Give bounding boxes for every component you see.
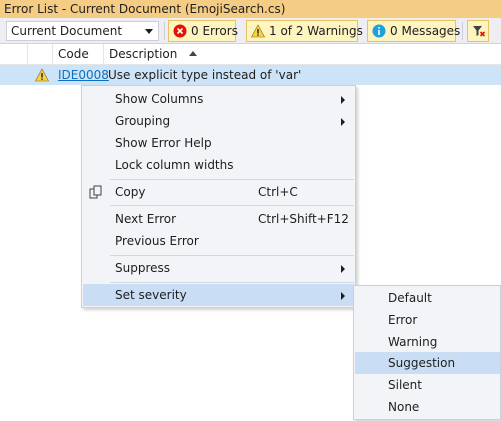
menu-item-label: Show Columns	[115, 92, 204, 106]
sort-ascending-icon	[189, 51, 198, 56]
toolbar-separator	[164, 22, 165, 40]
window-title: Error List - Current Document (EmojiSear…	[0, 0, 501, 18]
menu-separator	[110, 255, 354, 256]
toolbar-separator	[462, 22, 463, 40]
column-header-blank[interactable]	[0, 44, 28, 65]
menu-item-label: Lock column widths	[115, 158, 234, 172]
error-description: Use explicit type instead of 'var'	[108, 68, 302, 82]
severity-item-label: None	[388, 400, 420, 414]
column-header-severity[interactable]	[28, 44, 53, 65]
severity-item-suggestion[interactable]: Suggestion	[355, 352, 500, 374]
errors-filter-button[interactable]: 0 Errors	[168, 20, 238, 42]
messages-filter-button[interactable]: 0 Messages	[367, 20, 460, 42]
chevron-down-icon	[145, 29, 153, 34]
error-code-link[interactable]: IDE0008	[58, 65, 109, 85]
severity-item-silent[interactable]: Silent	[355, 374, 500, 396]
error-icon	[173, 24, 187, 38]
menu-item-next-error[interactable]: Next Error Ctrl+Shift+F12	[83, 208, 354, 230]
table-row[interactable]: IDE0008 Use explicit type instead of 'va…	[0, 65, 501, 85]
menu-item-suppress[interactable]: Suppress	[83, 257, 354, 279]
severity-item-label: Warning	[388, 335, 438, 349]
severity-item-label: Error	[388, 313, 418, 327]
menu-separator	[110, 282, 354, 283]
scope-dropdown-value: Current Document	[11, 24, 123, 38]
menu-separator	[110, 205, 354, 206]
menu-item-label: Grouping	[115, 114, 171, 128]
menu-item-shortcut: Ctrl+C	[258, 185, 298, 199]
severity-item-none[interactable]: None	[355, 396, 500, 418]
warnings-filter-label: 1 of 2 Warnings	[269, 24, 363, 38]
menu-item-show-columns[interactable]: Show Columns	[83, 88, 354, 110]
warning-icon	[35, 68, 49, 82]
info-icon	[372, 24, 386, 38]
menu-item-grouping[interactable]: Grouping	[83, 110, 354, 132]
column-header-code-label: Code	[58, 47, 89, 61]
menu-item-shortcut: Ctrl+Shift+F12	[258, 212, 349, 226]
context-menu: Show Columns Grouping Show Error Help Lo…	[81, 85, 356, 308]
menu-item-copy[interactable]: Copy Ctrl+C	[83, 181, 354, 203]
clear-filter-icon	[473, 26, 486, 37]
severity-item-label: Suggestion	[388, 356, 456, 370]
severity-submenu: Default Error Warning Suggestion Silent …	[353, 285, 501, 420]
menu-item-previous-error[interactable]: Previous Error	[83, 230, 354, 252]
menu-item-lock-column-widths[interactable]: Lock column widths	[83, 154, 354, 176]
clear-filter-button[interactable]	[467, 20, 489, 42]
menu-separator	[110, 179, 354, 180]
copy-icon	[89, 185, 102, 199]
errors-filter-label: 0 Errors	[191, 24, 238, 38]
severity-item-error[interactable]: Error	[355, 309, 500, 331]
menu-item-label: Set severity	[115, 288, 187, 302]
menu-item-label: Copy	[115, 185, 146, 199]
column-header-row: Code Description	[0, 44, 501, 65]
submenu-arrow-icon	[341, 96, 345, 104]
menu-item-set-severity[interactable]: Set severity	[83, 284, 354, 306]
column-header-code[interactable]: Code	[53, 44, 104, 65]
menu-item-label: Show Error Help	[115, 136, 212, 150]
messages-filter-label: 0 Messages	[390, 24, 461, 38]
toolbar: Current Document 0 Errors 1 of 2 Warning…	[0, 18, 501, 44]
warnings-filter-button[interactable]: 1 of 2 Warnings	[246, 20, 363, 42]
severity-item-label: Silent	[388, 378, 422, 392]
submenu-arrow-icon	[341, 292, 345, 300]
menu-item-label: Previous Error	[115, 234, 199, 248]
submenu-arrow-icon	[341, 118, 345, 126]
menu-item-show-error-help[interactable]: Show Error Help	[83, 132, 354, 154]
menu-item-label: Next Error	[115, 212, 177, 226]
submenu-arrow-icon	[341, 265, 345, 273]
scope-dropdown[interactable]: Current Document	[6, 21, 159, 41]
severity-item-label: Default	[388, 291, 432, 305]
warning-icon	[251, 24, 265, 38]
severity-item-default[interactable]: Default	[355, 287, 500, 309]
column-header-description-label: Description	[109, 47, 178, 61]
severity-item-warning[interactable]: Warning	[355, 331, 500, 353]
column-header-description[interactable]: Description	[104, 44, 501, 65]
menu-item-label: Suppress	[115, 261, 171, 275]
